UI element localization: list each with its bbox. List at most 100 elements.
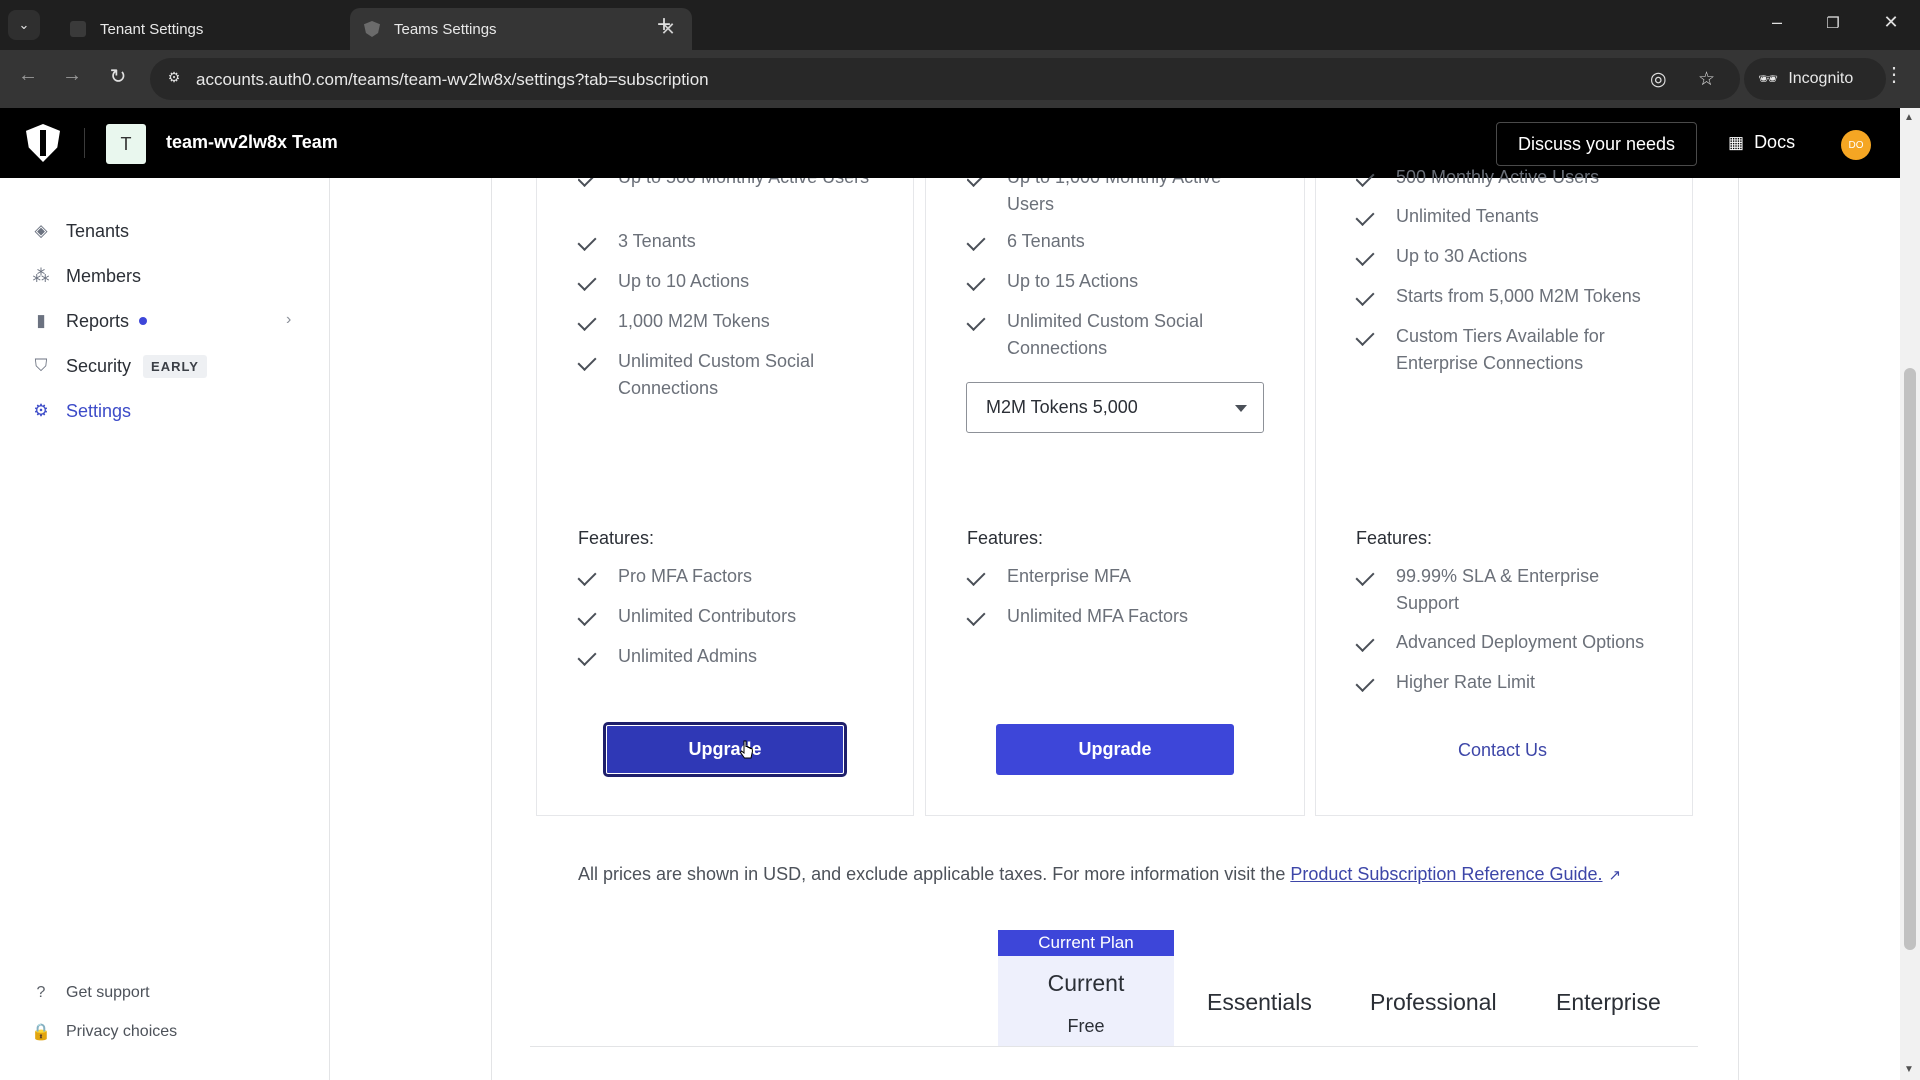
members-icon: ⁂ xyxy=(32,266,50,285)
check-icon xyxy=(967,308,989,335)
scroll-up-icon[interactable]: ▲ xyxy=(1904,112,1914,123)
current-plan-name: Current xyxy=(1047,970,1125,996)
feature-item: Advanced Deployment Options xyxy=(1356,629,1676,656)
feature-item: Higher Rate Limit xyxy=(1356,669,1676,696)
check-icon xyxy=(1356,629,1378,656)
pricing-footnote: All prices are shown in USD, and exclude… xyxy=(578,864,1621,885)
check-icon xyxy=(578,563,600,590)
quota-item: Starts from 5,000 M2M Tokens xyxy=(1356,283,1676,310)
tab-teams-settings[interactable]: Teams Settings ✕ xyxy=(350,8,692,50)
feature-item: Unlimited Contributors xyxy=(578,603,878,630)
check-icon xyxy=(967,603,989,630)
column-professional: Professional xyxy=(1370,989,1497,1015)
sidebar-item-label: Security xyxy=(66,355,132,376)
tab-tenant-settings[interactable]: Tenant Settings ✕ xyxy=(56,8,398,50)
restore-icon[interactable]: ❐ xyxy=(1818,14,1848,32)
check-icon xyxy=(578,348,600,375)
column-essentials: Essentials xyxy=(1207,989,1312,1015)
reference-guide-link[interactable]: Product Subscription Reference Guide. xyxy=(1290,864,1602,884)
scroll-down-icon[interactable]: ▼ xyxy=(1904,1064,1914,1075)
check-icon xyxy=(967,268,989,295)
check-icon xyxy=(1356,323,1378,350)
tab-search-icon[interactable]: ⌄ xyxy=(8,10,40,40)
team-avatar[interactable]: T xyxy=(106,124,146,164)
sidebar-item-label: Tenants xyxy=(66,220,130,241)
back-icon[interactable]: ← xyxy=(14,64,42,87)
sidebar-item-settings[interactable]: ⚙ Settings xyxy=(30,396,131,426)
forward-icon[interactable]: → xyxy=(58,64,86,87)
features-heading: Features: xyxy=(967,528,1044,548)
new-tab-button[interactable]: + xyxy=(652,12,676,38)
close-window-icon[interactable]: ✕ xyxy=(1876,12,1906,33)
site-info-icon[interactable]: ⚙ xyxy=(164,69,184,89)
scrollbar-thumb[interactable] xyxy=(1904,368,1916,950)
sidebar-item-tenants[interactable]: ◈ Tenants xyxy=(30,216,129,246)
tab-title: Teams Settings xyxy=(394,20,497,38)
docs-link[interactable]: ▦ Docs xyxy=(1728,132,1795,153)
discuss-needs-button[interactable]: Discuss your needs xyxy=(1496,122,1697,166)
contact-us-link[interactable]: Contact Us xyxy=(1458,740,1547,761)
check-icon xyxy=(1356,283,1378,310)
header-divider xyxy=(84,128,85,158)
bookmark-star-icon[interactable]: ☆ xyxy=(1698,68,1715,91)
privacy-choices-link[interactable]: 🔒 Privacy choices xyxy=(30,1022,177,1042)
check-icon xyxy=(1356,563,1378,590)
sidebar-item-label: Settings xyxy=(66,400,132,421)
sidebar-item-reports[interactable]: ▮ Reports xyxy=(30,306,148,336)
cube-icon: ◈ xyxy=(34,221,48,240)
check-icon xyxy=(578,268,600,295)
bar-chart-icon: ▮ xyxy=(36,311,46,330)
user-avatar[interactable]: DO xyxy=(1841,130,1871,160)
footnote-text: All prices are shown in USD, and exclude… xyxy=(578,864,1291,884)
page-scrollbar[interactable]: ▲ ▼ xyxy=(1900,108,1920,1080)
browser-menu-icon[interactable]: ⋮ xyxy=(1880,62,1908,87)
reload-icon[interactable]: ↻ xyxy=(104,64,132,89)
quota-item: Unlimited Custom Social Connections xyxy=(578,348,838,402)
upgrade-essentials-button[interactable]: Upgrade xyxy=(603,722,847,777)
quota-item: Custom Tiers Available for Enterprise Co… xyxy=(1356,323,1636,377)
lock-icon: 🔒 xyxy=(31,1024,51,1041)
check-icon xyxy=(578,228,600,255)
book-icon: ▦ xyxy=(1728,132,1745,152)
browser-toolbar: ← → ↻ ⚙ accounts.auth0.com/teams/team-wv… xyxy=(0,50,1920,108)
column-enterprise: Enterprise xyxy=(1556,989,1661,1015)
get-support-link[interactable]: ? Get support xyxy=(30,984,150,1002)
team-name[interactable]: team-wv2lw8x Team xyxy=(166,132,338,153)
quota-item: Unlimited Custom Social Connections xyxy=(967,308,1227,362)
gear-icon: ⚙ xyxy=(33,401,49,420)
tab-favicon-icon xyxy=(70,21,86,37)
browser-tab-bar: ⌄ Tenant Settings ✕ Teams Settings ✕ + –… xyxy=(0,0,1920,50)
url-text[interactable]: accounts.auth0.com/teams/team-wv2lw8x/se… xyxy=(196,70,709,90)
mouse-cursor-icon xyxy=(740,740,754,759)
upgrade-professional-button[interactable]: Upgrade xyxy=(996,724,1234,775)
notification-dot xyxy=(139,317,148,325)
feature-item: Pro MFA Factors xyxy=(578,563,878,590)
docs-label: Docs xyxy=(1754,132,1796,152)
minimize-icon[interactable]: – xyxy=(1762,12,1792,33)
sidebar-item-members[interactable]: ⁂ Members xyxy=(30,261,142,291)
shield-check-icon: ⛉ xyxy=(34,356,48,375)
features-heading: Features: xyxy=(578,528,655,548)
chevron-right-icon[interactable]: › xyxy=(286,311,291,329)
address-bar[interactable]: ⚙ accounts.auth0.com/teams/team-wv2lw8x/… xyxy=(150,58,1740,100)
auth0-favicon-icon xyxy=(364,21,380,37)
feature-item: Unlimited MFA Factors xyxy=(967,603,1267,630)
quota-item: 500 Monthly Active Users xyxy=(1356,164,1676,191)
m2m-tokens-select[interactable]: M2M Tokens 5,000 xyxy=(966,382,1264,433)
sidebar-item-security[interactable]: ⛉ Security EARLY xyxy=(30,351,207,381)
check-icon xyxy=(1356,164,1378,191)
sidebar-item-label: Reports xyxy=(66,310,130,331)
help-icon: ? xyxy=(36,984,46,1001)
feature-item: 99.99% SLA & Enterprise Support xyxy=(1356,563,1606,617)
tab-title: Tenant Settings xyxy=(100,20,204,38)
incognito-label: Incognito xyxy=(1788,70,1854,87)
features-heading: Features: xyxy=(1356,528,1433,548)
table-divider xyxy=(530,1046,1698,1047)
incognito-indicator[interactable]: 🕶 Incognito xyxy=(1744,58,1886,100)
incognito-icon: 🕶 xyxy=(1758,71,1779,88)
plan-card-enterprise xyxy=(1315,178,1693,816)
early-badge: EARLY xyxy=(143,354,207,378)
auth0-logo-icon[interactable] xyxy=(26,124,60,162)
eye-off-icon[interactable]: ◎ xyxy=(1650,68,1667,91)
current-plan-badge: Current Plan xyxy=(998,930,1174,956)
